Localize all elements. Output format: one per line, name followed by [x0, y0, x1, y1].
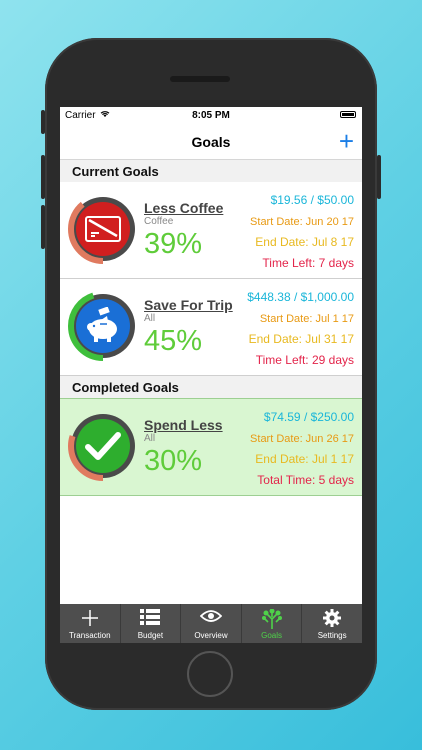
current-goals-header: Current Goals: [60, 160, 362, 182]
goal-amounts: $74.59 / $250.00: [263, 410, 354, 424]
goal-amounts: $448.38 / $1,000.00: [247, 290, 354, 304]
eye-icon: [181, 609, 241, 627]
goal-total-time: Total Time: 5 days: [257, 473, 354, 487]
goal-name[interactable]: Less Coffee: [144, 200, 223, 216]
tab-label: Settings: [317, 631, 347, 640]
tab-overview[interactable]: Overview: [181, 604, 242, 643]
goal-percent: 30%: [144, 445, 203, 477]
gear-icon: [302, 609, 362, 627]
page-title: Goals: [191, 134, 231, 150]
tab-settings[interactable]: Settings: [302, 604, 362, 643]
add-goal-button[interactable]: +: [339, 125, 354, 157]
app-screen: Carrier 8:05 PM Goals + Current Goals Le…: [60, 107, 362, 643]
navigation-bar: Goals +: [60, 123, 362, 160]
goal-end-date: End Date: Jul 8 17: [255, 235, 354, 249]
goal-row[interactable]: Save For Trip All 45% $448.38 / $1,000.0…: [60, 279, 362, 376]
goal-category: All: [144, 433, 156, 444]
goal-percent: 45%: [144, 325, 203, 357]
tab-bar: Transaction Budget Overview Goals Settin…: [60, 604, 362, 643]
goal-start-date: Start Date: Jun 26 17: [250, 433, 354, 445]
progress-ring: [68, 411, 138, 481]
completed-goals-header: Completed Goals: [60, 376, 362, 398]
goal-name[interactable]: Spend Less: [144, 417, 223, 433]
goal-time-left: Time Left: 7 days: [262, 256, 354, 270]
progress-ring: [68, 291, 138, 361]
goal-end-date: End Date: Jul 31 17: [248, 332, 354, 346]
speaker-grille: [170, 76, 230, 82]
goal-row[interactable]: Less Coffee Coffee 39% $19.56 / $50.00 S…: [60, 182, 362, 279]
goal-amounts: $19.56 / $50.00: [270, 193, 354, 207]
status-bar: Carrier 8:05 PM: [60, 107, 362, 123]
battery-icon: [340, 111, 356, 118]
list-icon: [121, 609, 181, 627]
goal-name[interactable]: Save For Trip: [144, 297, 233, 313]
tab-budget[interactable]: Budget: [121, 604, 182, 643]
plus-icon: [60, 609, 120, 627]
goal-end-date: End Date: Jul 1 17: [255, 452, 354, 466]
goal-category: All: [144, 313, 156, 324]
goal-row[interactable]: Spend Less All 30% $74.59 / $250.00 Star…: [60, 398, 362, 496]
tab-label: Overview: [194, 631, 228, 640]
goal-start-date: Start Date: Jul 1 17: [259, 313, 354, 325]
tab-label: Budget: [137, 631, 164, 640]
status-time: 8:05 PM: [192, 110, 230, 121]
goal-category: Coffee: [144, 216, 174, 227]
tab-label: Goals: [261, 631, 283, 640]
goal-time-left: Time Left: 29 days: [255, 353, 354, 367]
tab-transaction[interactable]: Transaction: [60, 604, 121, 643]
tab-goals[interactable]: Goals: [242, 604, 303, 643]
goal-percent: 39%: [144, 228, 203, 260]
tree-icon: [242, 608, 302, 629]
tab-label: Transaction: [69, 631, 111, 640]
progress-ring: [68, 194, 138, 264]
home-button[interactable]: [187, 651, 233, 697]
goal-start-date: Start Date: Jun 20 17: [250, 216, 354, 228]
